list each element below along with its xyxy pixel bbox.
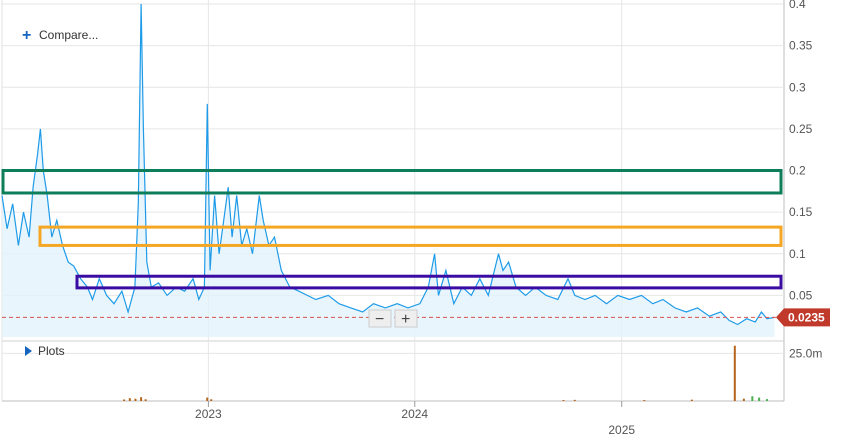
volume-bar [210,399,213,401]
volume-bar [733,345,736,401]
y-tick-label: 0.15 [789,205,813,219]
volume-bar [123,399,126,401]
volume-bar [751,396,754,401]
plots-label: Plots [38,344,65,358]
y-tick-label: 0.3 [789,80,806,94]
y-tick-label: 0.35 [789,39,813,53]
volume-bar [134,398,137,401]
volume-bar [690,399,693,401]
plots-toggle[interactable]: Plots [25,344,65,358]
y-tick-label: 0.4 [789,0,806,11]
volume-bar [128,398,131,401]
x-tick-label: 2024 [401,407,428,421]
x-axis-labels: 2023 2024 2025 [195,407,635,437]
volume-bar [140,397,143,401]
current-price-badge: 0.0235 [776,308,830,327]
volume-bar [573,399,576,401]
highlight-bands [1,169,783,290]
stock-chart: 0.40.350.30.250.20.150.10.05 2023 2024202… [1,0,830,437]
volume-bar [206,397,209,401]
x-tick-label: 2025 [608,423,635,437]
zoom-out-icon: − [375,311,384,328]
y-tick-label: 0.2 [789,164,806,178]
y-tick-label: 0.1 [789,247,806,261]
volume-bar [562,400,565,401]
volume-tick-label: 25.0m [789,346,822,360]
current-price-value: 0.0235 [788,310,825,324]
volume-bar [742,398,745,401]
compare-label: Compare... [39,28,98,42]
plus-icon: + [22,27,31,44]
volume-bar [766,399,769,401]
zoom-in-icon: + [401,311,410,328]
y-tick-label: 0.25 [789,122,813,136]
volume-bar [643,400,646,401]
y-tick-label: 0.05 [789,288,813,302]
volume-bar [758,397,761,401]
compare-button[interactable]: + Compare... [22,27,98,44]
highlight-band-orange [38,225,783,247]
volume-bar [144,399,147,401]
x-tick-label: 2023 [195,407,222,421]
grid [1,0,785,407]
highlight-band-green [1,169,783,195]
volume-axis-labels: 25.0m [789,346,822,360]
volume-bars [123,345,769,401]
triangle-right-icon [25,346,32,356]
y-axis-labels: 0.4 0.35 0.3 0.25 0.2 0.15 0.1 0.05 [789,0,813,302]
